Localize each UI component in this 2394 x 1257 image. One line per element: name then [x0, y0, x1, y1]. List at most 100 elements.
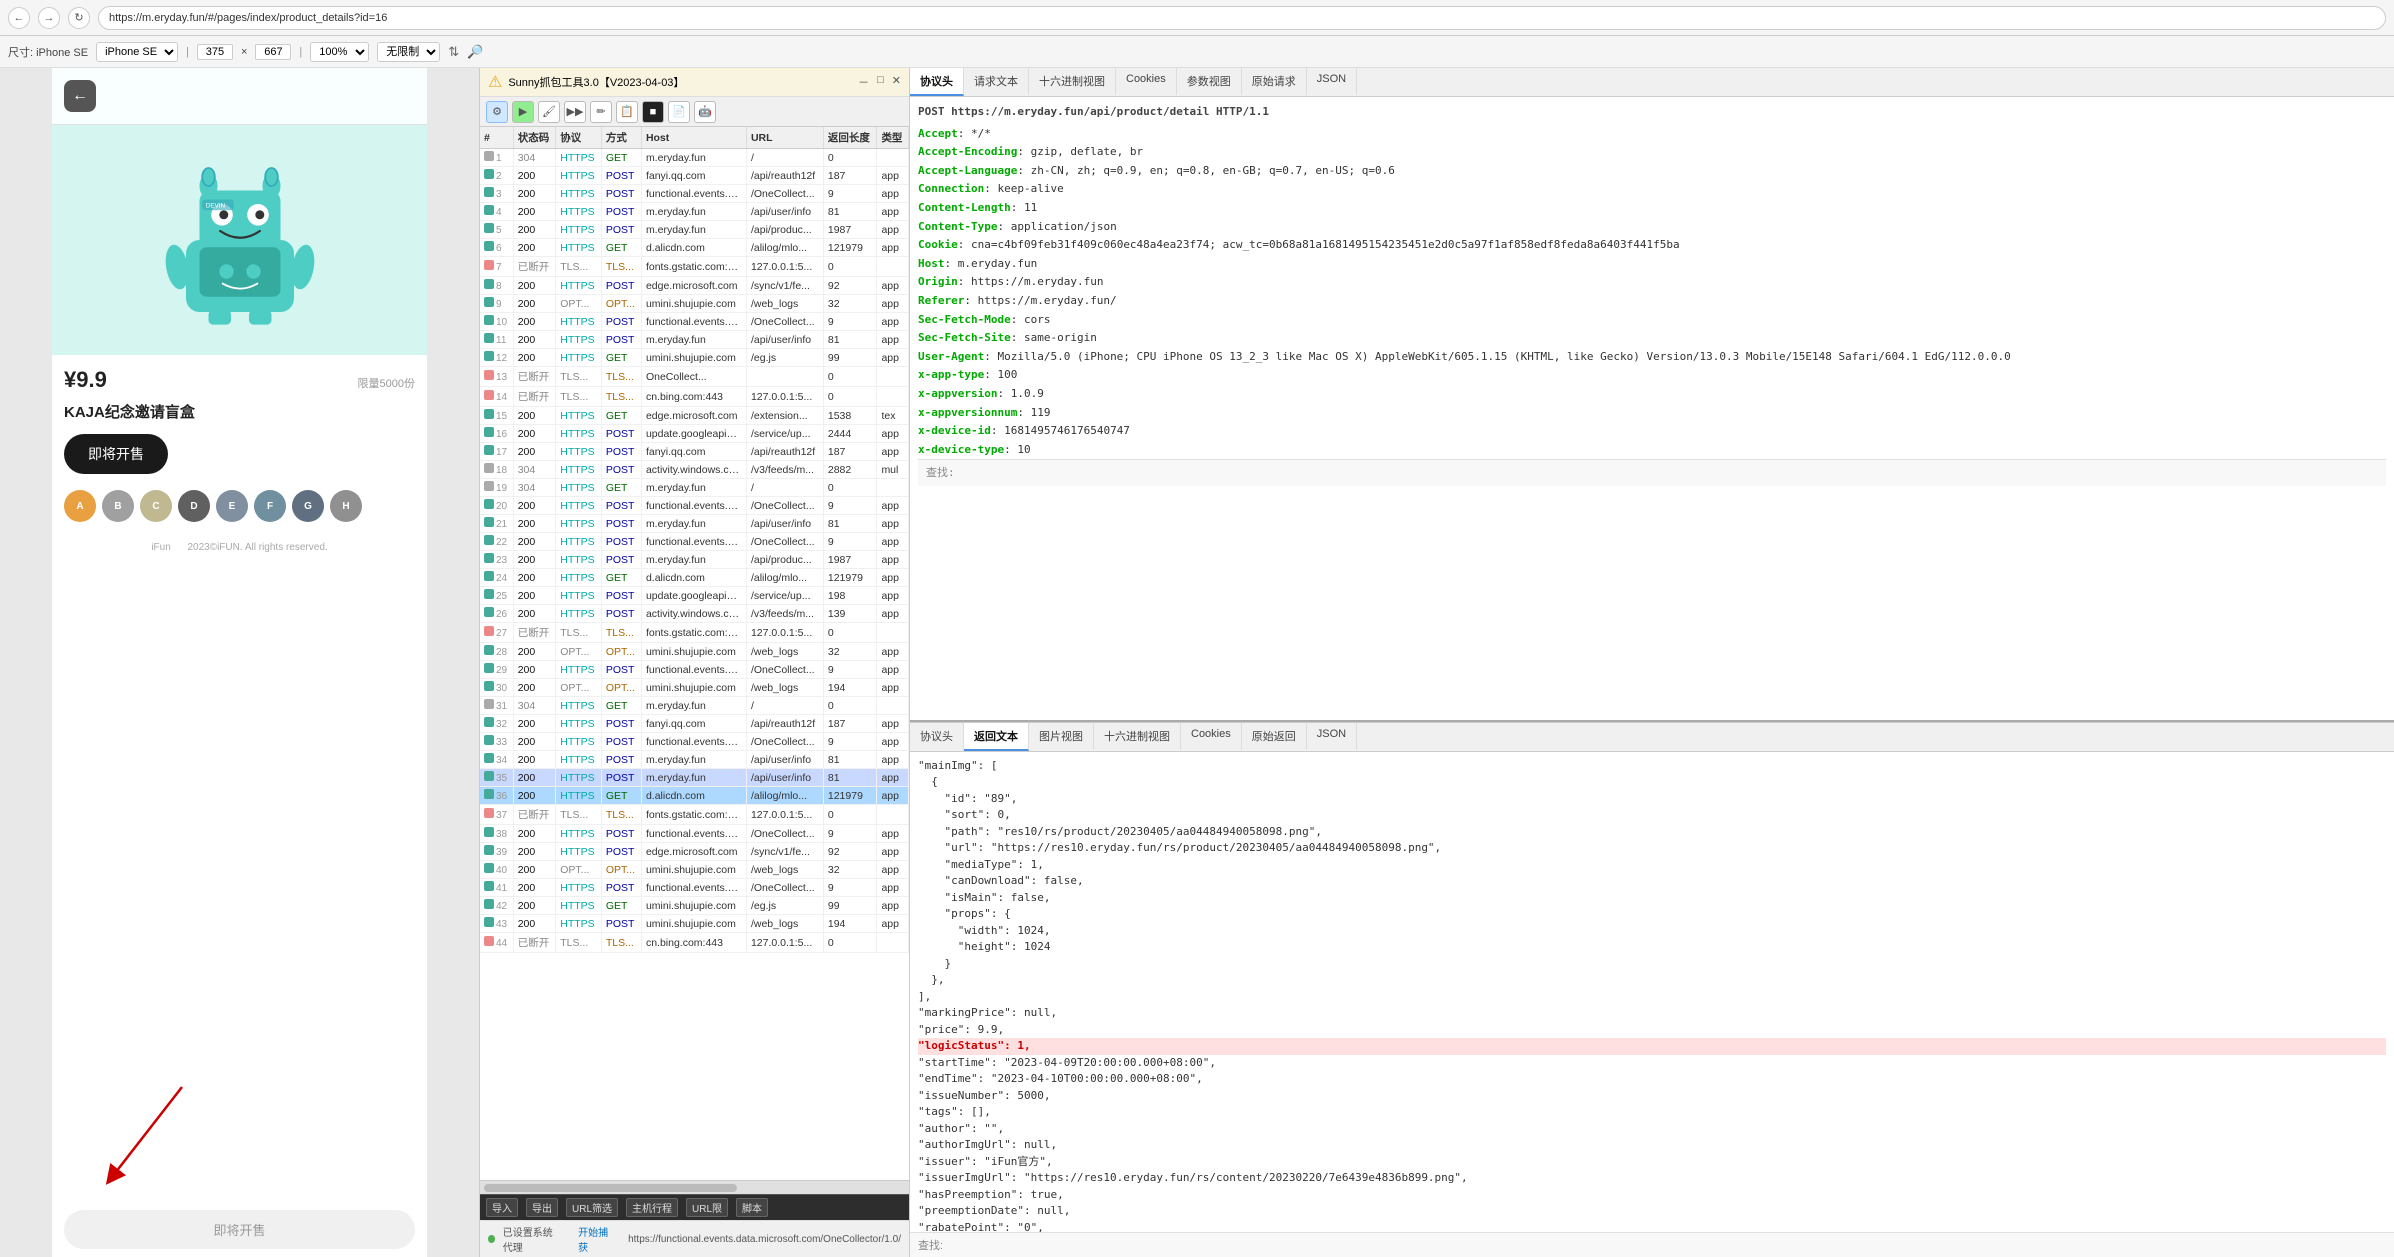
- close-btn[interactable]: ✕: [892, 74, 901, 90]
- table-row[interactable]: 28 200 OPT... OPT... umini.shujupie.com …: [480, 643, 909, 661]
- table-row[interactable]: 1 304 HTTPS GET m.eryday.fun / 0: [480, 149, 909, 167]
- table-row[interactable]: 17 200 HTTPS POST fanyi.qq.com /api/reau…: [480, 443, 909, 461]
- forward-tool-icon[interactable]: ▶▶: [564, 101, 586, 123]
- tab-resp-headers[interactable]: 协议头: [910, 723, 964, 751]
- tab-resp-image[interactable]: 图片视图: [1029, 723, 1094, 751]
- tab-headers[interactable]: 协议头: [910, 68, 964, 96]
- table-row[interactable]: 26 200 HTTPS POST activity.windows.com /…: [480, 605, 909, 623]
- script-btn[interactable]: 脚本: [736, 1198, 768, 1217]
- table-row[interactable]: 15 200 HTTPS GET edge.microsoft.com /ext…: [480, 407, 909, 425]
- table-row[interactable]: 4 200 HTTPS POST m.eryday.fun /api/user/…: [480, 203, 909, 221]
- paint-icon[interactable]: 🖌: [538, 101, 560, 123]
- cell-num: 4: [480, 203, 513, 221]
- table-row[interactable]: 40 200 OPT... OPT... umini.shujupie.com …: [480, 861, 909, 879]
- table-row[interactable]: 27 已断开 TLS... TLS... fonts.gstatic.com:4…: [480, 623, 909, 643]
- cell-status: 已断开: [513, 623, 556, 643]
- horizontal-scrollbar[interactable]: [480, 1180, 909, 1194]
- tab-cookies[interactable]: Cookies: [1116, 68, 1177, 96]
- phone-back-btn[interactable]: ←: [64, 80, 96, 112]
- table-row[interactable]: 6 200 HTTPS GET d.alicdn.com /alilog/mlo…: [480, 239, 909, 257]
- filter-btn[interactable]: 主机行程: [626, 1198, 678, 1217]
- table-row[interactable]: 16 200 HTTPS POST update.googleapis.com …: [480, 425, 909, 443]
- table-row[interactable]: 8 200 HTTPS POST edge.microsoft.com /syn…: [480, 277, 909, 295]
- table-row[interactable]: 12 200 HTTPS GET umini.shujupie.com /eg.…: [480, 349, 909, 367]
- refresh-tool-icon[interactable]: ▶: [512, 101, 534, 123]
- zoom-select[interactable]: 100%: [310, 42, 369, 62]
- table-row[interactable]: 20 200 HTTPS POST functional.events.da..…: [480, 497, 909, 515]
- cell-protocol: OPT...: [556, 643, 602, 661]
- table-row[interactable]: 9 200 OPT... OPT... umini.shujupie.com /…: [480, 295, 909, 313]
- table-row[interactable]: 34 200 HTTPS POST m.eryday.fun /api/user…: [480, 751, 909, 769]
- tab-resp-text[interactable]: 返回文本: [964, 723, 1029, 751]
- table-row[interactable]: 32 200 HTTPS POST fanyi.qq.com /api/reau…: [480, 715, 909, 733]
- proxy-btn[interactable]: URL限: [686, 1198, 728, 1217]
- table-row[interactable]: 11 200 HTTPS POST m.eryday.fun /api/user…: [480, 331, 909, 349]
- tab-params[interactable]: 参数视图: [1177, 68, 1242, 96]
- table-row[interactable]: 39 200 HTTPS POST edge.microsoft.com /sy…: [480, 843, 909, 861]
- tab-resp-cookies[interactable]: Cookies: [1181, 723, 1242, 751]
- cell-size: 99: [823, 349, 877, 367]
- width-input[interactable]: [197, 44, 233, 60]
- table-row[interactable]: 30 200 OPT... OPT... umini.shujupie.com …: [480, 679, 909, 697]
- table-row[interactable]: 19 304 HTTPS GET m.eryday.fun / 0: [480, 479, 909, 497]
- table-row[interactable]: 21 200 HTTPS POST m.eryday.fun /api/user…: [480, 515, 909, 533]
- table-row[interactable]: 22 200 HTTPS POST functional.events.da..…: [480, 533, 909, 551]
- table-row[interactable]: 35 200 HTTPS POST m.eryday.fun /api/user…: [480, 769, 909, 787]
- table-row[interactable]: 44 已断开 TLS... TLS... cn.bing.com:443 127…: [480, 933, 909, 953]
- inspect-icon[interactable]: 🔎: [467, 44, 483, 60]
- table-row[interactable]: 42 200 HTTPS GET umini.shujupie.com /eg.…: [480, 897, 909, 915]
- table-row[interactable]: 23 200 HTTPS POST m.eryday.fun /api/prod…: [480, 551, 909, 569]
- edit-icon[interactable]: ✏: [590, 101, 612, 123]
- refresh-button[interactable]: ↻: [68, 7, 90, 29]
- forward-button[interactable]: →: [38, 7, 60, 29]
- table-row[interactable]: 13 已断开 TLS... TLS... OneCollect... 0: [480, 367, 909, 387]
- table-row[interactable]: 33 200 HTTPS POST functional.events.da..…: [480, 733, 909, 751]
- table-row[interactable]: 18 304 HTTPS POST activity.windows.com /…: [480, 461, 909, 479]
- table-row[interactable]: 14 已断开 TLS... TLS... cn.bing.com:443 127…: [480, 387, 909, 407]
- android-icon[interactable]: 🤖: [694, 101, 716, 123]
- network-request-table[interactable]: # 状态码 协议 方式 Host URL 返回长度 类型 1 304 HTTPS…: [480, 127, 909, 1180]
- back-button[interactable]: ←: [8, 7, 30, 29]
- table-row[interactable]: 24 200 HTTPS GET d.alicdn.com /alilog/ml…: [480, 569, 909, 587]
- tab-raw-request[interactable]: 原始请求: [1242, 68, 1307, 96]
- terminal-icon[interactable]: ■: [642, 101, 664, 123]
- import-btn[interactable]: 导入: [486, 1198, 518, 1217]
- coming-soon-button[interactable]: 即将开售: [64, 1210, 415, 1249]
- capture-btn[interactable]: 开始捕获: [578, 1224, 612, 1254]
- table-row[interactable]: 5 200 HTTPS POST m.eryday.fun /api/produ…: [480, 221, 909, 239]
- table-row[interactable]: 41 200 HTTPS POST functional.events.da..…: [480, 879, 909, 897]
- table-row[interactable]: 38 200 HTTPS POST functional.events.da..…: [480, 825, 909, 843]
- url-bar[interactable]: https://m.eryday.fun/#/pages/index/produ…: [98, 6, 2386, 30]
- export-btn[interactable]: 导出: [526, 1198, 558, 1217]
- maximize-btn[interactable]: □: [877, 74, 884, 90]
- response-json-line: "preemptionDate": null,: [918, 1203, 2386, 1220]
- minimize-btn[interactable]: －: [858, 74, 869, 90]
- table-row[interactable]: 3 200 HTTPS POST functional.events.da...…: [480, 185, 909, 203]
- tab-hex-view[interactable]: 十六进制视图: [1029, 68, 1116, 96]
- table-row[interactable]: 36 200 HTTPS GET d.alicdn.com /alilog/ml…: [480, 787, 909, 805]
- table-row[interactable]: 2 200 HTTPS POST fanyi.qq.com /api/reaut…: [480, 167, 909, 185]
- cell-num: 11: [480, 331, 513, 349]
- table-row[interactable]: 7 已断开 TLS... TLS... fonts.gstatic.com:44…: [480, 257, 909, 277]
- table-row[interactable]: 29 200 HTTPS POST functional.events.da..…: [480, 661, 909, 679]
- table-row[interactable]: 43 200 HTTPS POST umini.shujupie.com /we…: [480, 915, 909, 933]
- tab-resp-json[interactable]: JSON: [1307, 723, 1357, 751]
- rotate-icon[interactable]: ⇅: [448, 44, 459, 60]
- constraint-select[interactable]: 无限制: [377, 42, 440, 62]
- tab-json[interactable]: JSON: [1307, 68, 1357, 96]
- table-row[interactable]: 25 200 HTTPS POST update.googleapis.com …: [480, 587, 909, 605]
- height-input[interactable]: [255, 44, 291, 60]
- tab-resp-raw[interactable]: 原始返回: [1242, 723, 1307, 751]
- buy-button[interactable]: 即将开售: [64, 434, 168, 474]
- clear-btn[interactable]: URL筛选: [566, 1198, 618, 1217]
- settings-icon[interactable]: ⚙: [486, 101, 508, 123]
- device-select[interactable]: iPhone SE: [96, 42, 178, 62]
- tab-resp-hex[interactable]: 十六进制视图: [1094, 723, 1181, 751]
- copy-icon[interactable]: 📋: [616, 101, 638, 123]
- doc-icon[interactable]: 📄: [668, 101, 690, 123]
- table-row[interactable]: 37 已断开 TLS... TLS... fonts.gstatic.com:4…: [480, 805, 909, 825]
- header-line: Cookie: cna=c4bf09feb31f409c060ec48a4ea2…: [918, 236, 2386, 254]
- tab-request-text[interactable]: 请求文本: [964, 68, 1029, 96]
- table-row[interactable]: 31 304 HTTPS GET m.eryday.fun / 0: [480, 697, 909, 715]
- table-row[interactable]: 10 200 HTTPS POST functional.events.da..…: [480, 313, 909, 331]
